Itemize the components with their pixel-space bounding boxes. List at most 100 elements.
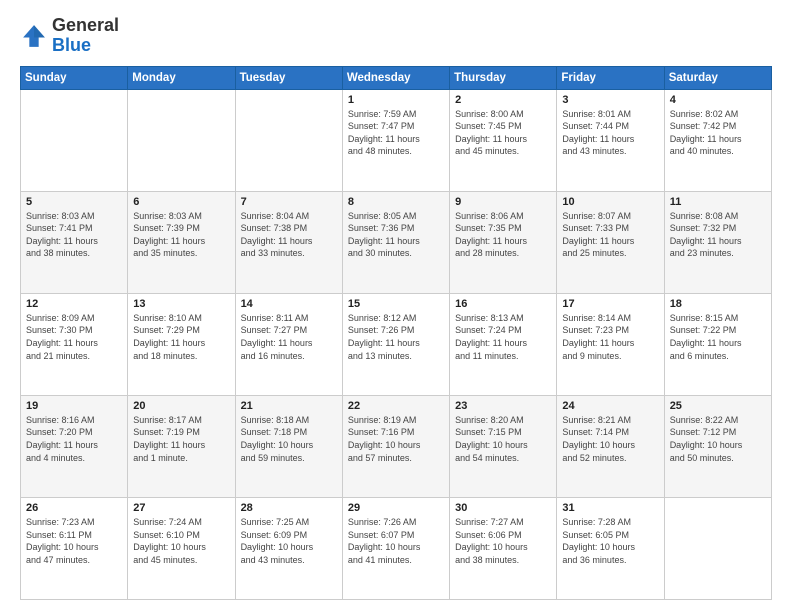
day-number: 13 bbox=[133, 298, 229, 310]
calendar-cell: 2 Sunrise: 8:00 AM Sunset: 7:45 PM Daylig… bbox=[450, 89, 557, 191]
calendar-cell: 22 Sunrise: 8:19 AM Sunset: 7:16 PM Dayli… bbox=[342, 395, 449, 497]
logo-general-text: General bbox=[52, 15, 119, 35]
day-info: Sunrise: 7:28 AM Sunset: 6:05 PM Dayligh… bbox=[562, 516, 658, 566]
weekday-sunday: Sunday bbox=[21, 66, 128, 89]
weekday-wednesday: Wednesday bbox=[342, 66, 449, 89]
calendar-cell bbox=[21, 89, 128, 191]
day-info: Sunrise: 8:19 AM Sunset: 7:16 PM Dayligh… bbox=[348, 414, 444, 464]
calendar-cell: 5 Sunrise: 8:03 AM Sunset: 7:41 PM Daylig… bbox=[21, 191, 128, 293]
day-number: 2 bbox=[455, 94, 551, 106]
calendar-cell: 26Sunrise: 7:23 AM Sunset: 6:11 PM Dayli… bbox=[21, 497, 128, 599]
day-info: Sunrise: 8:02 AM Sunset: 7:42 PM Dayligh… bbox=[670, 108, 766, 158]
calendar-cell: 17 Sunrise: 8:14 AM Sunset: 7:23 PM Dayli… bbox=[557, 293, 664, 395]
day-number: 31 bbox=[562, 502, 658, 514]
logo: General Blue bbox=[20, 16, 119, 56]
weekday-thursday: Thursday bbox=[450, 66, 557, 89]
calendar-week-3: 19Sunrise: 8:16 AM Sunset: 7:20 PM Dayli… bbox=[21, 395, 772, 497]
day-number: 6 bbox=[133, 196, 229, 208]
day-number: 22 bbox=[348, 400, 444, 412]
day-number: 20 bbox=[133, 400, 229, 412]
day-info: Sunrise: 8:06 AM Sunset: 7:35 PM Dayligh… bbox=[455, 210, 551, 260]
calendar-week-2: 12Sunrise: 8:09 AM Sunset: 7:30 PM Dayli… bbox=[21, 293, 772, 395]
day-number: 10 bbox=[562, 196, 658, 208]
day-number: 21 bbox=[241, 400, 337, 412]
day-info: Sunrise: 8:18 AM Sunset: 7:18 PM Dayligh… bbox=[241, 414, 337, 464]
day-info: Sunrise: 8:01 AM Sunset: 7:44 PM Dayligh… bbox=[562, 108, 658, 158]
calendar-cell: 28 Sunrise: 7:25 AM Sunset: 6:09 PM Dayli… bbox=[235, 497, 342, 599]
calendar-cell: 8 Sunrise: 8:05 AM Sunset: 7:36 PM Daylig… bbox=[342, 191, 449, 293]
calendar-cell: 11Sunrise: 8:08 AM Sunset: 7:32 PM Dayli… bbox=[664, 191, 771, 293]
day-number: 24 bbox=[562, 400, 658, 412]
calendar-cell bbox=[664, 497, 771, 599]
calendar-cell: 6 Sunrise: 8:03 AM Sunset: 7:39 PM Daylig… bbox=[128, 191, 235, 293]
day-info: Sunrise: 8:20 AM Sunset: 7:15 PM Dayligh… bbox=[455, 414, 551, 464]
day-info: Sunrise: 8:00 AM Sunset: 7:45 PM Dayligh… bbox=[455, 108, 551, 158]
day-number: 27 bbox=[133, 502, 229, 514]
day-number: 28 bbox=[241, 502, 337, 514]
day-info: Sunrise: 8:09 AM Sunset: 7:30 PM Dayligh… bbox=[26, 312, 122, 362]
day-info: Sunrise: 7:27 AM Sunset: 6:06 PM Dayligh… bbox=[455, 516, 551, 566]
weekday-saturday: Saturday bbox=[664, 66, 771, 89]
day-number: 8 bbox=[348, 196, 444, 208]
calendar-cell: 9 Sunrise: 8:06 AM Sunset: 7:35 PM Daylig… bbox=[450, 191, 557, 293]
calendar-cell: 25 Sunrise: 8:22 AM Sunset: 7:12 PM Dayli… bbox=[664, 395, 771, 497]
calendar-cell: 23 Sunrise: 8:20 AM Sunset: 7:15 PM Dayli… bbox=[450, 395, 557, 497]
day-number: 4 bbox=[670, 94, 766, 106]
calendar-cell: 16 Sunrise: 8:13 AM Sunset: 7:24 PM Dayli… bbox=[450, 293, 557, 395]
calendar-cell: 29Sunrise: 7:26 AM Sunset: 6:07 PM Dayli… bbox=[342, 497, 449, 599]
day-number: 5 bbox=[26, 196, 122, 208]
day-number: 16 bbox=[455, 298, 551, 310]
calendar-cell: 21 Sunrise: 8:18 AM Sunset: 7:18 PM Dayli… bbox=[235, 395, 342, 497]
day-number: 17 bbox=[562, 298, 658, 310]
logo-icon bbox=[20, 22, 48, 50]
day-number: 15 bbox=[348, 298, 444, 310]
logo-blue-text: Blue bbox=[52, 35, 91, 55]
calendar-cell: 1 Sunrise: 7:59 AM Sunset: 7:47 PM Daylig… bbox=[342, 89, 449, 191]
day-number: 1 bbox=[348, 94, 444, 106]
day-info: Sunrise: 8:07 AM Sunset: 7:33 PM Dayligh… bbox=[562, 210, 658, 260]
day-number: 9 bbox=[455, 196, 551, 208]
day-info: Sunrise: 7:23 AM Sunset: 6:11 PM Dayligh… bbox=[26, 516, 122, 566]
day-info: Sunrise: 7:24 AM Sunset: 6:10 PM Dayligh… bbox=[133, 516, 229, 566]
day-info: Sunrise: 8:12 AM Sunset: 7:26 PM Dayligh… bbox=[348, 312, 444, 362]
calendar-week-4: 26Sunrise: 7:23 AM Sunset: 6:11 PM Dayli… bbox=[21, 497, 772, 599]
calendar-cell: 31 Sunrise: 7:28 AM Sunset: 6:05 PM Dayli… bbox=[557, 497, 664, 599]
day-info: Sunrise: 8:03 AM Sunset: 7:41 PM Dayligh… bbox=[26, 210, 122, 260]
day-info: Sunrise: 8:11 AM Sunset: 7:27 PM Dayligh… bbox=[241, 312, 337, 362]
calendar-cell: 24 Sunrise: 8:21 AM Sunset: 7:14 PM Dayli… bbox=[557, 395, 664, 497]
day-info: Sunrise: 8:03 AM Sunset: 7:39 PM Dayligh… bbox=[133, 210, 229, 260]
day-number: 14 bbox=[241, 298, 337, 310]
day-info: Sunrise: 8:13 AM Sunset: 7:24 PM Dayligh… bbox=[455, 312, 551, 362]
calendar-cell: 14 Sunrise: 8:11 AM Sunset: 7:27 PM Dayli… bbox=[235, 293, 342, 395]
calendar-cell: 3 Sunrise: 8:01 AM Sunset: 7:44 PM Daylig… bbox=[557, 89, 664, 191]
day-info: Sunrise: 7:59 AM Sunset: 7:47 PM Dayligh… bbox=[348, 108, 444, 158]
day-info: Sunrise: 8:04 AM Sunset: 7:38 PM Dayligh… bbox=[241, 210, 337, 260]
calendar-cell: 19Sunrise: 8:16 AM Sunset: 7:20 PM Dayli… bbox=[21, 395, 128, 497]
weekday-friday: Friday bbox=[557, 66, 664, 89]
day-number: 25 bbox=[670, 400, 766, 412]
day-info: Sunrise: 8:22 AM Sunset: 7:12 PM Dayligh… bbox=[670, 414, 766, 464]
calendar-table: SundayMondayTuesdayWednesdayThursdayFrid… bbox=[20, 66, 772, 600]
day-number: 29 bbox=[348, 502, 444, 514]
calendar-cell: 12Sunrise: 8:09 AM Sunset: 7:30 PM Dayli… bbox=[21, 293, 128, 395]
day-info: Sunrise: 8:14 AM Sunset: 7:23 PM Dayligh… bbox=[562, 312, 658, 362]
calendar-cell bbox=[128, 89, 235, 191]
calendar-cell: 13 Sunrise: 8:10 AM Sunset: 7:29 PM Dayli… bbox=[128, 293, 235, 395]
day-info: Sunrise: 8:16 AM Sunset: 7:20 PM Dayligh… bbox=[26, 414, 122, 464]
day-number: 30 bbox=[455, 502, 551, 514]
day-info: Sunrise: 8:08 AM Sunset: 7:32 PM Dayligh… bbox=[670, 210, 766, 260]
calendar-cell: 20 Sunrise: 8:17 AM Sunset: 7:19 PM Dayli… bbox=[128, 395, 235, 497]
day-info: Sunrise: 8:10 AM Sunset: 7:29 PM Dayligh… bbox=[133, 312, 229, 362]
calendar-cell: 27 Sunrise: 7:24 AM Sunset: 6:10 PM Dayli… bbox=[128, 497, 235, 599]
day-number: 3 bbox=[562, 94, 658, 106]
calendar-cell: 30 Sunrise: 7:27 AM Sunset: 6:06 PM Dayli… bbox=[450, 497, 557, 599]
day-info: Sunrise: 8:21 AM Sunset: 7:14 PM Dayligh… bbox=[562, 414, 658, 464]
day-info: Sunrise: 8:05 AM Sunset: 7:36 PM Dayligh… bbox=[348, 210, 444, 260]
day-info: Sunrise: 7:25 AM Sunset: 6:09 PM Dayligh… bbox=[241, 516, 337, 566]
day-info: Sunrise: 8:17 AM Sunset: 7:19 PM Dayligh… bbox=[133, 414, 229, 464]
day-number: 23 bbox=[455, 400, 551, 412]
calendar-cell: 15 Sunrise: 8:12 AM Sunset: 7:26 PM Dayli… bbox=[342, 293, 449, 395]
day-number: 7 bbox=[241, 196, 337, 208]
weekday-header-row: SundayMondayTuesdayWednesdayThursdayFrid… bbox=[21, 66, 772, 89]
day-info: Sunrise: 8:15 AM Sunset: 7:22 PM Dayligh… bbox=[670, 312, 766, 362]
